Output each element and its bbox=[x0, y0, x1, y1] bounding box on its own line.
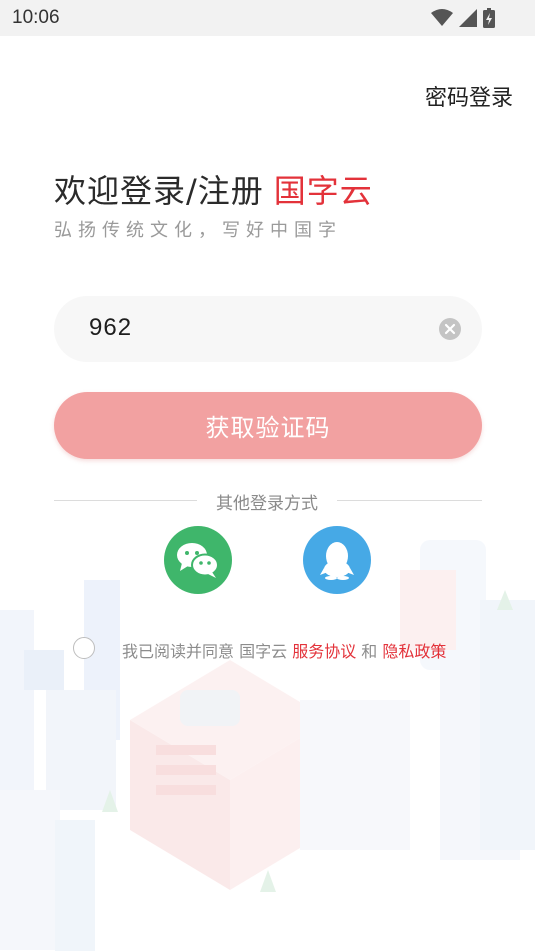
city-illustration bbox=[0, 540, 535, 951]
agreement-prefix: 我已阅读并同意 国字云 bbox=[122, 642, 288, 661]
service-agreement-link[interactable]: 服务协议 bbox=[292, 642, 356, 661]
brand-name: 国字云 bbox=[273, 172, 373, 210]
privacy-policy-link[interactable]: 隐私政策 bbox=[382, 642, 446, 661]
divider-right bbox=[337, 500, 482, 501]
battery-icon bbox=[483, 8, 495, 28]
signal-icon bbox=[459, 9, 477, 27]
phone-input[interactable]: 962 bbox=[54, 296, 482, 362]
clear-icon[interactable] bbox=[438, 317, 462, 341]
status-bar: 10:06 bbox=[0, 0, 535, 36]
agreement-and: 和 bbox=[361, 642, 378, 661]
divider-left bbox=[54, 500, 197, 501]
agreement-text: 我已阅读并同意 国字云 服务协议 和 隐私政策 bbox=[122, 638, 446, 662]
wechat-login-button[interactable] bbox=[164, 526, 232, 594]
phone-value: 962 bbox=[89, 314, 133, 341]
welcome-text: 欢迎登录/注册 bbox=[54, 172, 264, 210]
welcome-title: 欢迎登录/注册 国字云 bbox=[54, 166, 373, 212]
qq-icon bbox=[320, 542, 354, 580]
other-login-label: 其他登录方式 bbox=[216, 494, 318, 514]
qq-login-button[interactable] bbox=[303, 526, 371, 594]
password-login-link[interactable]: 密码登录 bbox=[425, 80, 513, 112]
status-time: 10:06 bbox=[12, 7, 60, 28]
agreement-checkbox[interactable] bbox=[73, 637, 95, 659]
status-icons bbox=[431, 6, 495, 30]
wechat-icon bbox=[177, 543, 219, 578]
wifi-icon bbox=[431, 9, 453, 26]
slogan: 弘扬传统文化，写好中国字 bbox=[54, 220, 342, 241]
get-code-button[interactable]: 获取验证码 bbox=[54, 392, 482, 459]
